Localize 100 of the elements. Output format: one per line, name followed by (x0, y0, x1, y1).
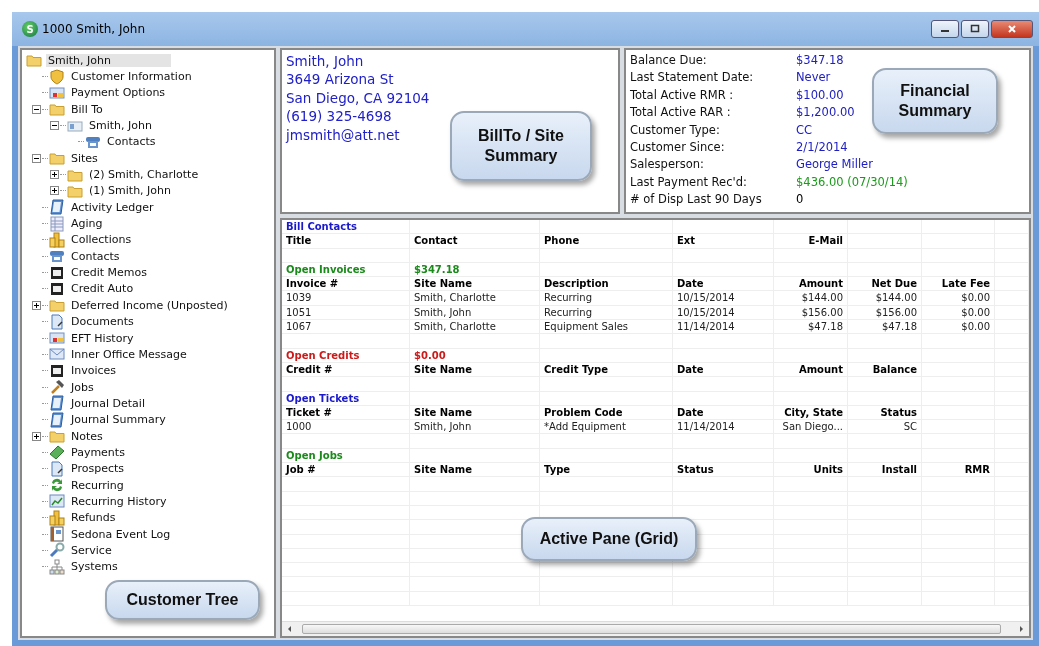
column-header: Description (544, 278, 609, 290)
folder-icon (49, 297, 65, 314)
tree-item[interactable]: Aging (69, 217, 105, 231)
expander-icon[interactable] (50, 186, 59, 196)
tree-item[interactable]: Journal Detail (69, 396, 147, 410)
tree-item[interactable]: Notes (69, 429, 105, 443)
card-icon (49, 84, 65, 101)
tree-item[interactable]: Jobs (69, 380, 96, 394)
section-title: $0.00 (414, 349, 446, 361)
tree-item[interactable]: Documents (69, 315, 136, 329)
tree-item[interactable]: Activity Ledger (69, 200, 156, 214)
field-value: $100.00 (796, 86, 844, 104)
table-cell: 1039 (286, 292, 312, 304)
column-header: Amount (798, 278, 843, 290)
tree-item[interactable]: Inner Office Message (69, 347, 189, 361)
network-icon (49, 558, 65, 575)
coins-icon (49, 509, 65, 526)
callout-label: Active Pane (Grid) (521, 517, 697, 561)
close-icon (1007, 24, 1017, 34)
window-title: 1000 Smith, John (42, 22, 146, 36)
column-header: E-Mail (808, 235, 843, 247)
section-title: $347.18 (414, 263, 460, 275)
field-label: # of Disp Last 90 Days (630, 191, 763, 209)
table-cell: Equipment Sales (544, 321, 629, 333)
tree-item[interactable]: Payment Options (69, 86, 168, 100)
table-cell: $0.00 (961, 306, 990, 318)
column-header: Credit Type (544, 363, 608, 375)
tree-item[interactable]: (2) Smith, Charlotte (87, 168, 201, 182)
phone-icon (49, 248, 65, 265)
column-header: Contact (414, 235, 458, 247)
tree-item[interactable]: Contacts (105, 135, 158, 149)
tree-item[interactable]: Journal Summary (69, 413, 168, 427)
tree-item[interactable]: Refunds (69, 511, 118, 525)
tree-item[interactable]: (1) Smith, John (87, 184, 174, 198)
field-label: Last Payment Rec'd: (630, 173, 748, 191)
coins-icon (49, 231, 65, 248)
tree-item[interactable]: Recurring (69, 478, 126, 492)
table-cell: $156.00 (875, 306, 917, 318)
expander-icon[interactable] (32, 431, 41, 441)
folder-icon (49, 428, 65, 445)
table-cell: $156.00 (801, 306, 843, 318)
column-header: Net Due (871, 278, 917, 290)
tree-item[interactable]: Recurring History (69, 494, 169, 508)
column-header: Status (677, 464, 714, 476)
minimize-button[interactable] (931, 20, 959, 38)
app-logo: S (22, 21, 38, 37)
log-icon (49, 526, 65, 543)
column-header: Problem Code (544, 406, 623, 418)
tree-item[interactable]: Service (69, 544, 114, 557)
tree-item[interactable]: Collections (69, 233, 134, 247)
table-cell: $144.00 (801, 292, 843, 304)
ledger-icon (49, 395, 65, 412)
tree-item[interactable]: Customer Information (69, 70, 194, 83)
column-header: Date (677, 406, 704, 418)
table-cell: 11/14/2014 (677, 421, 735, 433)
maximize-button[interactable] (961, 20, 989, 38)
tree-item[interactable]: Credit Memos (69, 266, 149, 280)
expander-icon[interactable] (50, 170, 59, 180)
card-icon (49, 330, 65, 346)
column-header: Site Name (414, 406, 472, 418)
column-header: Status (880, 406, 917, 418)
expander-icon[interactable] (50, 121, 59, 131)
tree-item[interactable]: Sedona Event Log (69, 527, 173, 541)
film-icon (49, 281, 65, 297)
tree-item[interactable]: Invoices (69, 364, 119, 378)
expander-icon[interactable] (32, 104, 41, 114)
expander-icon[interactable] (32, 153, 41, 163)
callout-label: BillTo / Site Summary (450, 111, 592, 181)
tree-item[interactable]: Payments (69, 445, 127, 459)
tree-item[interactable]: Credit Auto (69, 282, 136, 296)
tree-item[interactable]: Smith, John (87, 119, 154, 133)
field-label: Customer Type: (630, 121, 721, 139)
section-title: Open Tickets (286, 392, 360, 404)
folder-icon (49, 150, 65, 167)
chart-icon (49, 493, 65, 510)
tree-item[interactable]: Systems (69, 560, 120, 574)
tree-item[interactable]: Sites (69, 151, 100, 165)
tree-item[interactable]: Smith, John (46, 53, 171, 67)
column-header: Site Name (414, 278, 472, 290)
expander-icon[interactable] (32, 300, 41, 310)
column-header: City, State (784, 406, 843, 418)
summary-line: Smith, John (286, 52, 364, 71)
tree-item[interactable]: Bill To (69, 102, 105, 116)
tree-item[interactable]: Prospects (69, 462, 127, 476)
table-cell: 11/14/2014 (677, 321, 735, 333)
close-button[interactable] (991, 20, 1033, 38)
column-header: Date (677, 363, 704, 375)
tree-item[interactable]: EFT History (69, 331, 136, 345)
tree-item[interactable]: Contacts (69, 249, 122, 263)
horizontal-scrollbar[interactable] (282, 621, 1029, 636)
table-cell: Smith, John (414, 421, 472, 433)
table-cell: 1000 (286, 421, 312, 433)
table-cell: $47.18 (808, 321, 843, 333)
field-label: Balance Due: (630, 52, 708, 69)
column-header: Late Fee (941, 278, 990, 290)
folder-icon (26, 52, 42, 69)
tree-item[interactable]: Deferred Income (Unposted) (69, 298, 230, 312)
maximize-icon (970, 24, 980, 34)
scroll-thumb[interactable] (302, 624, 1001, 634)
table-cell: San Diego... (782, 421, 843, 433)
